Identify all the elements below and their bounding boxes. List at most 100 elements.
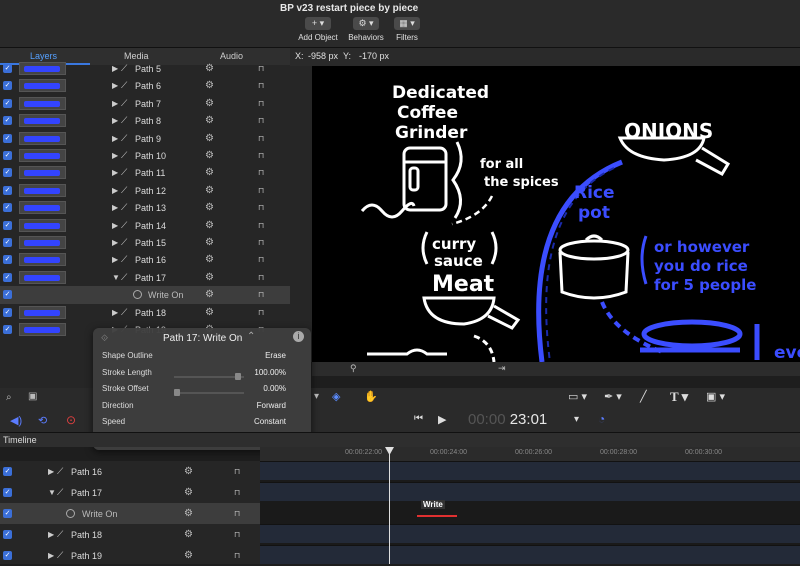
lock-icon[interactable]: ⊓	[234, 530, 240, 539]
visibility-checkbox[interactable]: ✓	[3, 467, 12, 476]
gear-icon[interactable]: ⚙	[205, 98, 214, 109]
loop-icon[interactable]: ⟲	[38, 414, 47, 427]
disclosure-closed-icon[interactable]: ▶	[112, 116, 118, 125]
timeline-layer-row[interactable]: ✓ ▼ ⟋ Path 17 ⚙ ⊓	[0, 482, 260, 503]
disclosure-closed-icon[interactable]: ▶	[112, 99, 118, 108]
visibility-checkbox[interactable]: ✓	[3, 488, 12, 497]
visibility-checkbox[interactable]: ✓	[3, 185, 12, 195]
visibility-checkbox[interactable]: ✓	[3, 255, 12, 265]
layer-row[interactable]: ✓ ▶ ⟋ Path 16 ⚙ ⊓	[0, 251, 290, 268]
layer-row[interactable]: ✓ ▶ ⟋ Path 6 ⚙ ⊓	[0, 77, 290, 94]
lock-icon[interactable]: ⊓	[258, 81, 264, 90]
keyframe-icon[interactable]: ◔	[598, 412, 605, 426]
chevron-down-icon[interactable]: ▾	[314, 391, 319, 402]
disclosure-closed-icon[interactable]: ▶	[48, 530, 54, 539]
lock-icon[interactable]: ⊓	[258, 221, 264, 230]
disclosure-closed-icon[interactable]: ▶	[112, 64, 118, 73]
bezier-tool-icon[interactable]: ✒ ▾	[604, 390, 622, 403]
lock-icon[interactable]: ⊓	[258, 290, 264, 299]
behavior-row[interactable]: ✓ Write On ⚙ ⊓	[0, 286, 290, 304]
lock-icon[interactable]: ⊓	[234, 467, 240, 476]
gear-icon[interactable]: ⚙	[205, 185, 214, 196]
hud-row[interactable]: Stroke Offset 0.00%	[102, 384, 302, 398]
search-icon[interactable]: ⌕	[6, 392, 12, 403]
lock-icon[interactable]: ⊓	[258, 134, 264, 143]
write-on-clip[interactable]: Write	[417, 499, 457, 517]
disclosure-closed-icon[interactable]: ▶	[112, 186, 118, 195]
lock-icon[interactable]: ⊓	[258, 255, 264, 264]
timeline-layer-row[interactable]: ✓ ▶ ⟋ Path 19 ⚙ ⊓	[0, 545, 260, 566]
visibility-checkbox[interactable]: ✓	[3, 64, 12, 73]
hud-slider-knob[interactable]	[174, 389, 180, 396]
hud-row-value[interactable]: 0.00%	[263, 384, 286, 393]
gear-icon[interactable]: ⚙	[205, 63, 214, 74]
mini-out-marker[interactable]: ⇥	[498, 363, 506, 374]
lock-icon[interactable]: ⊓	[258, 203, 264, 212]
lock-icon[interactable]: ⊓	[258, 99, 264, 108]
gear-icon[interactable]: ⚙	[205, 133, 214, 144]
hand-tool-icon[interactable]: ✋	[364, 390, 378, 403]
gear-icon[interactable]: ⚙	[205, 254, 214, 265]
lock-icon[interactable]: ⊓	[258, 238, 264, 247]
mini-in-marker[interactable]: ⚲	[350, 363, 357, 374]
timecode-display[interactable]: 00:00 23:01	[468, 411, 547, 428]
visibility-checkbox[interactable]: ✓	[3, 220, 12, 230]
gear-icon[interactable]: ⚙	[184, 466, 193, 477]
skip-back-icon[interactable]: ⏮	[414, 413, 423, 424]
layer-row[interactable]: ✓ ▶ ⟋ Path 8 ⚙ ⊓	[0, 112, 290, 129]
layer-row[interactable]: ✓ ▶ ⟋ Path 15 ⚙ ⊓	[0, 234, 290, 251]
hud-slider[interactable]	[174, 372, 244, 380]
lock-icon[interactable]: ⊓	[258, 116, 264, 125]
timeline-layer-row[interactable]: ✓ ▶ ⟋ Path 16 ⚙ ⊓	[0, 461, 260, 482]
play-icon[interactable]: ▶	[438, 413, 446, 426]
layer-row[interactable]: ✓ ▶ ⟋ Path 10 ⚙ ⊓	[0, 147, 290, 164]
layer-row[interactable]: ✓ ▶ ⟋ Path 7 ⚙ ⊓	[0, 95, 290, 112]
visibility-checkbox[interactable]: ✓	[3, 325, 12, 334]
gear-icon[interactable]: ⚙	[184, 550, 193, 561]
lock-icon[interactable]: ⊓	[258, 64, 264, 73]
disclosure-closed-icon[interactable]: ▶	[112, 255, 118, 264]
lock-icon[interactable]: ⊓	[258, 186, 264, 195]
lock-icon[interactable]: ⊓	[234, 551, 240, 560]
shape-tool-icon[interactable]: ▭ ▾	[568, 390, 587, 403]
layer-row[interactable]: ✓ ▶ ⟋ Path 13 ⚙ ⊓	[0, 199, 290, 216]
visibility-checkbox[interactable]: ✓	[3, 133, 12, 143]
gear-icon[interactable]: ⚙	[184, 529, 193, 540]
visibility-checkbox[interactable]: ✓	[3, 203, 12, 213]
hud-row[interactable]: Direction Forward	[102, 401, 302, 415]
select-tool-icon[interactable]: ◈	[332, 390, 340, 403]
timeline-tracks[interactable]	[260, 461, 800, 564]
disclosure-open-icon[interactable]: ▼	[112, 273, 120, 282]
timeline-layer-row[interactable]: ✓ ▶ ⟋ Path 18 ⚙ ⊓	[0, 524, 260, 545]
record-icon[interactable]: ⊙	[66, 413, 76, 427]
hud-row-value[interactable]: Erase	[265, 351, 286, 360]
hud-row-value[interactable]: Constant	[254, 417, 286, 426]
audio-icon[interactable]: ◀)	[10, 414, 22, 427]
layer-row[interactable]: ✓ ▶ ⟋ Path 5 ⚙ ⊓	[0, 60, 290, 77]
lock-icon[interactable]: ⊓	[234, 488, 240, 497]
gear-icon[interactable]: ⚙	[205, 289, 214, 300]
visibility-checkbox[interactable]: ✓	[3, 509, 12, 518]
canvas-viewer[interactable]: Dedicated Coffee Grinder for all the spi…	[312, 66, 800, 362]
layer-row[interactable]: ✓ ▼ ⟋ Path 17 ⚙ ⊓	[0, 269, 290, 286]
visibility-checkbox[interactable]: ✓	[3, 551, 12, 560]
gear-icon[interactable]: ⚙	[205, 272, 214, 283]
hud-row-value[interactable]: 100.00%	[254, 368, 286, 377]
disclosure-open-icon[interactable]: ▼	[48, 488, 56, 497]
disclosure-closed-icon[interactable]: ▶	[112, 81, 118, 90]
gear-icon[interactable]: ⚙	[205, 80, 214, 91]
hud-slider[interactable]	[174, 389, 244, 396]
visibility-checkbox[interactable]: ✓	[3, 98, 12, 108]
visibility-checkbox[interactable]: ✓	[3, 272, 12, 282]
layer-row[interactable]: ✓ ▶ ⟋ Path 12 ⚙ ⊓	[0, 182, 290, 199]
hud-slider-knob[interactable]	[234, 372, 241, 380]
visibility-checkbox[interactable]: ✓	[3, 81, 12, 91]
lock-icon[interactable]: ⊓	[258, 151, 264, 160]
disclosure-closed-icon[interactable]: ▶	[112, 151, 118, 160]
gear-icon[interactable]: ⚙	[205, 167, 214, 178]
disclosure-closed-icon[interactable]: ▶	[112, 221, 118, 230]
hud-row[interactable]: Stroke Length 100.00%	[102, 368, 302, 382]
hud-close-icon[interactable]: ⟐	[101, 333, 108, 344]
timecode-chevron-icon[interactable]: ▾	[574, 414, 579, 425]
playhead[interactable]	[389, 447, 390, 564]
